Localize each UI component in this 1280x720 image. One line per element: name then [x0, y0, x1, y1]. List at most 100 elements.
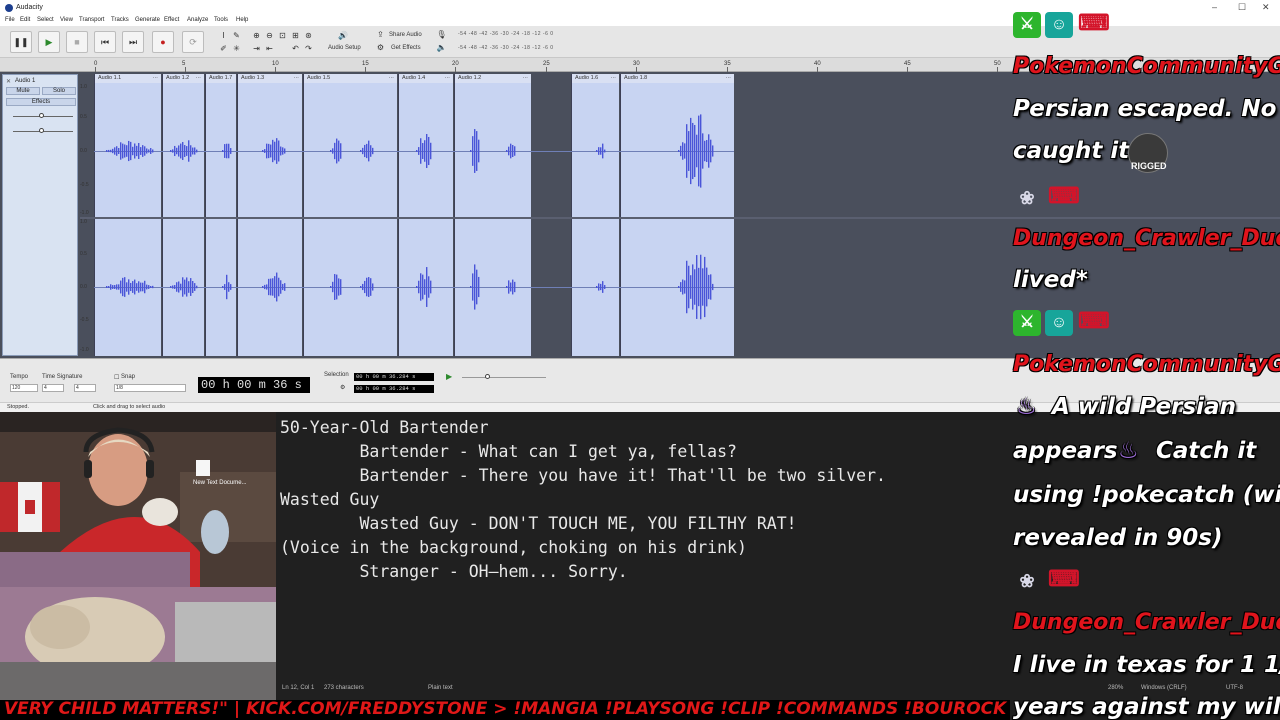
waveform-sample — [596, 286, 598, 288]
draw-tool-icon[interactable]: ✐ — [218, 43, 229, 54]
menu-view[interactable]: View — [60, 17, 73, 23]
share-audio-button[interactable]: Share Audio — [389, 32, 422, 38]
snap-checkbox[interactable]: ☐ — [114, 374, 119, 381]
waveform-sample — [192, 147, 194, 155]
waveform-sample — [420, 138, 422, 164]
waveform-sample — [336, 274, 338, 300]
menu-file[interactable]: File — [5, 17, 15, 23]
waveform-sample — [598, 283, 600, 291]
menu-transport[interactable]: Transport — [79, 17, 104, 23]
waveform-sample — [142, 145, 144, 157]
waveform-sample — [282, 147, 284, 155]
chat-message: Persian escaped. No one — [1013, 96, 1280, 122]
chat-message: A wild Persian — [1052, 394, 1236, 420]
tempo-field[interactable]: 120 — [10, 384, 38, 392]
undo-icon[interactable]: ↶ — [290, 43, 301, 54]
selection-tool-icon[interactable]: I — [218, 30, 229, 41]
waveform-sample — [370, 278, 372, 296]
waveform-sample — [708, 274, 710, 300]
waveform-sample — [142, 282, 144, 292]
notepad-text[interactable]: 50-Year-Old Bartender Bartender - What c… — [280, 416, 886, 584]
chat-message: Catch it — [1156, 438, 1257, 464]
chat-username: Dungeon_Crawler_Dude — [1013, 226, 1280, 251]
selection-start[interactable]: 00 h 00 m 36.284 s — [354, 373, 434, 381]
zoom-in-icon[interactable]: ⊕ — [251, 30, 262, 41]
redo-icon[interactable]: ↷ — [303, 43, 314, 54]
time-sig-denominator[interactable]: 4 — [74, 384, 96, 392]
waveform-sample — [362, 283, 364, 291]
waveform-sample — [510, 143, 512, 159]
trim-icon[interactable]: ⇥ — [251, 43, 262, 54]
multi-tool-icon[interactable]: ✳ — [231, 43, 242, 54]
menu-tracks[interactable]: Tracks — [111, 17, 129, 23]
envelope-tool-icon[interactable]: ✎ — [231, 30, 242, 41]
waveform-sample — [426, 133, 428, 169]
status-hint: Click and drag to select audio — [93, 404, 166, 410]
stop-button[interactable]: ■ — [66, 31, 88, 53]
waveform-sample — [512, 279, 514, 295]
waveform-sample — [194, 147, 196, 155]
record-button[interactable]: ● — [152, 31, 174, 53]
menu-analyze[interactable]: Analyze — [187, 17, 208, 23]
waveform-sample — [172, 149, 174, 153]
menu-generate[interactable]: Generate — [135, 17, 160, 23]
waveform-sample — [688, 265, 690, 309]
playback-meter-scale[interactable]: -54 -48 -42 -36 -30 -24 -18 -12 -6 0 — [458, 45, 554, 51]
menu-effect[interactable]: Effect — [164, 17, 179, 23]
waveform-sample — [128, 140, 130, 162]
pause-button[interactable]: ❚❚ — [10, 31, 32, 53]
script-line: Bartender - There you have it! That'll b… — [280, 466, 886, 485]
ticker-text: VERY CHILD MATTERS!" | KICK.COM/FREDDYST… — [4, 700, 1010, 719]
time-sig-numerator[interactable]: 4 — [42, 384, 64, 392]
waveform-sample — [266, 143, 268, 159]
waveform-sample — [122, 277, 124, 297]
waveform-sample — [106, 286, 108, 288]
silence-icon[interactable]: ⇤ — [264, 43, 275, 54]
menu-tools[interactable]: Tools — [214, 17, 228, 23]
waveform-sample — [196, 285, 198, 289]
record-meter-scale[interactable]: -54 -48 -42 -36 -30 -24 -18 -12 -6 0 — [458, 31, 554, 37]
play-speed-slider[interactable] — [462, 377, 546, 378]
waveform-sample — [130, 141, 132, 161]
waveform-sample — [476, 131, 478, 171]
waveform-sample — [604, 149, 606, 153]
plugin-icon[interactable]: ⚙ — [375, 42, 386, 53]
desktop-icon-label: New Text Docume... — [193, 480, 247, 486]
skip-start-button[interactable]: ⏮ — [94, 31, 116, 53]
waveform-sample — [116, 284, 118, 290]
selection-settings-icon[interactable]: ⚙ — [340, 384, 345, 391]
zoom-out-icon[interactable]: ⊖ — [264, 30, 275, 41]
zoom-toggle-icon[interactable]: ⊛ — [303, 30, 314, 41]
menu-help[interactable]: Help — [236, 17, 248, 23]
time-display[interactable]: 00 h 00 m 36 s — [198, 377, 310, 393]
waveform-sample — [682, 279, 684, 295]
waveform-sample — [148, 149, 150, 153]
snap-dropdown[interactable]: 1/8 — [114, 384, 186, 392]
waveform-sample — [470, 150, 472, 152]
menu-select[interactable]: Select — [37, 17, 54, 23]
waveform-sample — [416, 286, 418, 288]
play-button[interactable]: ▶ — [38, 31, 60, 53]
waveform-sample — [170, 150, 172, 152]
waveform-sample — [694, 269, 696, 305]
loop-button[interactable]: ⟳ — [182, 31, 204, 53]
waveform-sample — [510, 282, 512, 292]
share-icon[interactable]: ⇪ — [375, 29, 386, 40]
waveform-sample — [424, 140, 426, 162]
fit-selection-icon[interactable]: ⊡ — [277, 30, 288, 41]
play-speed-knob[interactable] — [485, 374, 490, 379]
bot-badge-icon: ☺ — [1045, 12, 1073, 38]
get-effects-button[interactable]: Get Effects — [391, 45, 421, 51]
menu-edit[interactable]: Edit — [20, 17, 30, 23]
chat-username: PokemonCommunityGame — [1013, 352, 1280, 377]
selection-end[interactable]: 00 h 00 m 36.284 s — [354, 385, 434, 393]
speaker-icon[interactable]: 🔊 — [336, 30, 350, 41]
skip-end-button[interactable]: ⏭ — [122, 31, 144, 53]
fit-project-icon[interactable]: ⊞ — [290, 30, 301, 41]
waveform-sample — [686, 124, 688, 178]
audio-setup-button[interactable]: Audio Setup — [328, 45, 361, 51]
waveform-sample — [140, 147, 142, 155]
play-at-speed-icon[interactable]: ▶ — [446, 372, 452, 381]
waveform-sample — [336, 138, 338, 164]
waveform-sample — [278, 277, 280, 297]
